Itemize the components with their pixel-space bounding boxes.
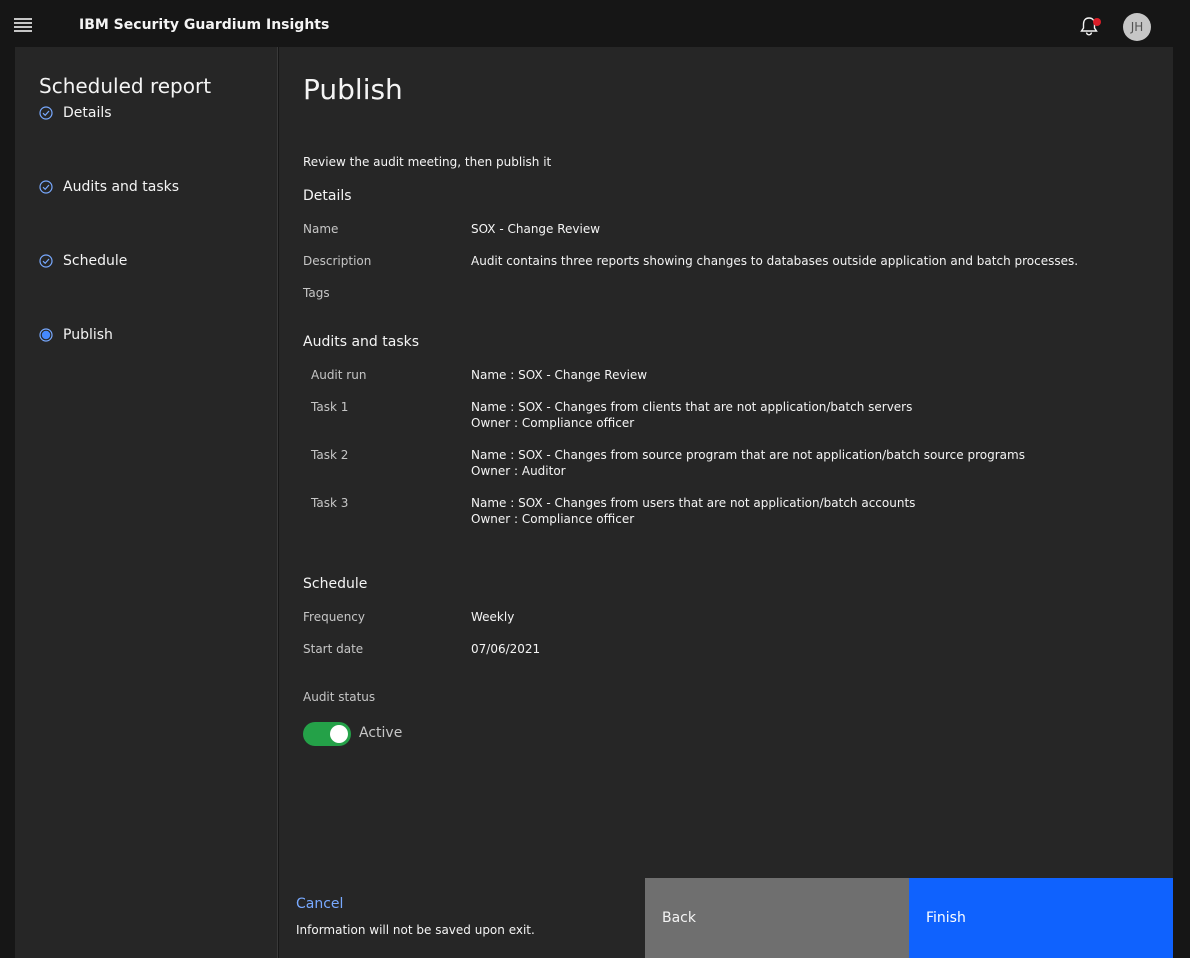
top-header: IBM Security Guardium Insights JH [0, 0, 1190, 47]
start-date-value: 07/06/2021 [471, 642, 541, 656]
task-name: Name : SOX - Changes from source program… [471, 448, 1025, 462]
task-name: Name : SOX - Changes from users that are… [471, 496, 916, 510]
start-date-label: Start date [303, 642, 364, 656]
audit-status-label: Audit status [303, 690, 376, 704]
task-owner: Owner : Compliance officer [471, 416, 635, 430]
description-label: Description [303, 254, 372, 268]
step-label: Publish [63, 327, 113, 343]
task-2-label: Task 2 [311, 448, 349, 462]
task-1-value: Name : SOX - Changes from clients that a… [471, 399, 912, 431]
audits-heading: Audits and tasks [303, 334, 420, 350]
background-strip-left [0, 47, 15, 958]
audit-run-label: Audit run [311, 368, 367, 382]
step-audits-and-tasks[interactable]: Audits and tasks [39, 177, 179, 197]
checkmark-outline-icon [39, 180, 53, 194]
step-label: Audits and tasks [63, 179, 180, 195]
task-name: Name : SOX - Changes from clients that a… [471, 400, 913, 414]
step-publish[interactable]: Publish [39, 325, 113, 345]
toggle-state-text: Active [359, 725, 403, 741]
audit-status-toggle[interactable] [303, 722, 351, 746]
app-title: IBM Security Guardium Insights [79, 17, 330, 33]
step-label: Schedule [63, 253, 128, 269]
checkmark-outline-icon [39, 106, 53, 120]
task-3-label: Task 3 [311, 496, 349, 510]
page-title: Publish [303, 73, 403, 106]
task-2-value: Name : SOX - Changes from source program… [471, 447, 1025, 479]
hamburger-menu-icon[interactable] [14, 18, 32, 32]
step-details[interactable]: Details [39, 103, 112, 123]
task-3-value: Name : SOX - Changes from users that are… [471, 495, 915, 527]
publish-panel: Publish Review the audit meeting, then p… [279, 47, 1173, 958]
sidebar-title: Scheduled report [39, 74, 212, 98]
radio-current-icon [39, 328, 53, 342]
step-label: Details [63, 105, 112, 121]
back-button[interactable]: Back [645, 878, 909, 958]
tags-label: Tags [303, 286, 330, 300]
background-strip-right [1173, 47, 1190, 958]
task-owner: Owner : Compliance officer [471, 512, 635, 526]
progress-sidebar: Scheduled report Details Audits and task… [15, 47, 278, 958]
finish-button[interactable]: Finish [909, 878, 1173, 958]
description-value: Audit contains three reports showing cha… [471, 254, 1079, 268]
frequency-value: Weekly [471, 610, 515, 624]
task-1-label: Task 1 [311, 400, 349, 414]
avatar[interactable]: JH [1123, 13, 1151, 41]
toggle-knob [330, 725, 348, 743]
cancel-link[interactable]: Cancel [296, 896, 343, 912]
step-schedule[interactable]: Schedule [39, 251, 127, 271]
name-label: Name [303, 222, 339, 236]
frequency-label: Frequency [303, 610, 365, 624]
checkmark-outline-icon [39, 254, 53, 268]
intro-text: Review the audit meeting, then publish i… [303, 155, 552, 169]
task-owner: Owner : Auditor [471, 464, 566, 478]
name-value: SOX - Change Review [471, 222, 601, 236]
schedule-heading: Schedule [303, 576, 368, 592]
notification-dot [1093, 18, 1101, 26]
audit-run-value: Name : SOX - Change Review [471, 368, 648, 382]
exit-warning: Information will not be saved upon exit. [296, 923, 535, 937]
details-heading: Details [303, 188, 352, 204]
